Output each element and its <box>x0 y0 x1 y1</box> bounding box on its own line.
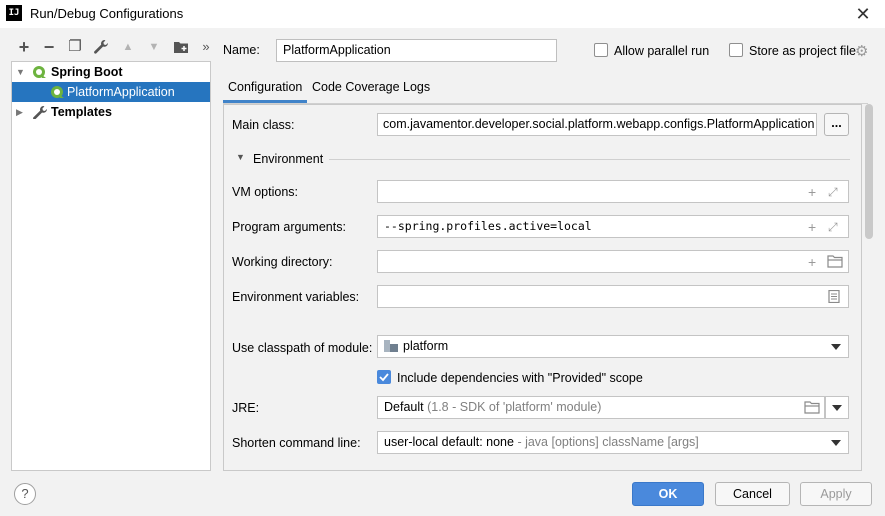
tree-item-label: PlatformApplication <box>67 85 175 99</box>
classpath-module-value: platform <box>403 339 449 353</box>
main-class-field[interactable]: com.javamentor.developer.social.platform… <box>377 113 817 136</box>
tree-item-spring-boot[interactable]: ▼ Spring Boot <box>12 62 210 82</box>
spring-boot-icon <box>33 66 46 78</box>
tab-code-coverage[interactable]: Code Coverage <box>312 80 400 94</box>
tab-configuration[interactable]: Configuration <box>228 80 302 94</box>
tree-item-templates[interactable]: ▶ Templates <box>12 102 210 122</box>
wrench-icon <box>33 106 47 119</box>
program-arguments-label: Program arguments: <box>232 220 346 234</box>
program-arguments-field[interactable]: --spring.profiles.active=local + ⤢ <box>377 215 849 238</box>
help-icon: ? <box>21 486 29 501</box>
jre-field[interactable]: Default (1.8 - SDK of 'platform' module) <box>377 396 825 419</box>
shorten-command-line-select[interactable]: user-local default: none - java [options… <box>377 431 849 454</box>
main-class-value: com.javamentor.developer.social.platform… <box>383 117 815 131</box>
tree-item-label: Spring Boot <box>51 65 123 79</box>
chevron-down-icon <box>831 440 841 446</box>
working-directory-label: Working directory: <box>232 255 333 269</box>
jre-value: Default <box>384 400 424 414</box>
move-up-icon: ▲ <box>122 41 134 53</box>
scrollbar[interactable] <box>865 104 873 239</box>
module-icon <box>384 340 398 352</box>
store-as-project-file-label: Store as project file <box>749 44 856 58</box>
environment-variables-field[interactable] <box>377 285 849 308</box>
ok-button[interactable]: OK <box>632 482 704 506</box>
window-title: Run/Debug Configurations <box>30 6 184 21</box>
close-icon: ✕ <box>855 4 871 24</box>
more-toolbar-button[interactable]: » <box>197 38 215 56</box>
tree-item-platform-application[interactable]: PlatformApplication <box>12 82 210 102</box>
add-icon[interactable]: + <box>808 218 816 236</box>
add-icon[interactable]: + <box>808 253 816 271</box>
move-up-button[interactable]: ▲ <box>119 38 137 56</box>
include-dependencies-label: Include dependencies with "Provided" sco… <box>397 371 643 385</box>
jre-hint: (1.8 - SDK of 'platform' module) <box>427 400 602 414</box>
add-icon[interactable]: + <box>808 183 816 201</box>
chevron-down-icon <box>831 344 841 350</box>
edit-defaults-button[interactable] <box>92 38 110 56</box>
close-window-button[interactable]: ✕ <box>853 4 873 24</box>
vm-options-label: VM options: <box>232 185 299 199</box>
active-tab-indicator <box>223 100 307 103</box>
environment-section-title: Environment <box>253 152 324 166</box>
vm-options-field[interactable]: + ⤢ <box>377 180 849 203</box>
document-icon[interactable] <box>828 290 840 303</box>
chevron-down-icon <box>832 405 842 411</box>
configuration-tree: ▼ Spring Boot PlatformApplication ▶ Temp… <box>11 61 211 471</box>
expand-arrow-icon[interactable]: ▼ <box>16 62 26 82</box>
allow-parallel-run-label: Allow parallel run <box>614 44 710 58</box>
intellij-app-icon: IJ <box>6 5 22 21</box>
move-down-button[interactable]: ▼ <box>145 38 163 56</box>
name-input[interactable]: PlatformApplication <box>276 39 557 62</box>
folder-icon <box>174 42 188 53</box>
jre-label: JRE: <box>232 401 260 415</box>
jre-dropdown-button[interactable] <box>825 396 849 419</box>
gear-icon[interactable]: ⚙ <box>855 42 868 60</box>
checkmark-icon <box>379 373 389 382</box>
cancel-button[interactable]: Cancel <box>715 482 790 506</box>
main-class-label: Main class: <box>232 118 295 132</box>
store-as-project-file-checkbox[interactable] <box>729 43 743 57</box>
expand-icon[interactable]: ⤢ <box>828 218 838 236</box>
copy-configuration-button[interactable]: ❐ <box>66 38 84 56</box>
tree-item-label: Templates <box>51 105 112 119</box>
collapse-arrow-icon[interactable]: ▶ <box>16 102 26 122</box>
tab-logs[interactable]: Logs <box>403 80 430 94</box>
section-divider <box>329 159 850 160</box>
wrench-icon <box>94 40 108 54</box>
classpath-module-select[interactable]: platform <box>377 335 849 358</box>
collapse-environment-icon[interactable]: ▼ <box>236 152 245 162</box>
move-down-icon: ▼ <box>148 41 160 53</box>
program-arguments-value: --spring.profiles.active=local <box>384 219 592 233</box>
classpath-module-label: Use classpath of module: <box>232 341 373 355</box>
allow-parallel-run-checkbox[interactable] <box>594 43 608 57</box>
include-dependencies-checkbox[interactable] <box>377 370 391 384</box>
shorten-command-line-label: Shorten command line: <box>232 436 361 450</box>
create-folder-button[interactable] <box>172 38 190 56</box>
expand-icon[interactable]: ⤢ <box>828 183 838 201</box>
folder-icon[interactable] <box>804 401 820 414</box>
shorten-command-line-hint: - java [options] className [args] <box>517 435 699 449</box>
folder-icon[interactable] <box>827 255 843 268</box>
working-directory-field[interactable]: + <box>377 250 849 273</box>
add-icon: + <box>18 37 30 57</box>
add-configuration-button[interactable]: + <box>15 38 33 56</box>
spring-boot-app-icon <box>51 86 64 98</box>
browse-main-class-button[interactable]: ... <box>824 113 849 136</box>
name-label: Name: <box>223 43 260 57</box>
more-icon: » <box>202 39 210 54</box>
remove-icon: − <box>43 37 55 57</box>
apply-button[interactable]: Apply <box>800 482 872 506</box>
environment-variables-label: Environment variables: <box>232 290 360 304</box>
remove-configuration-button[interactable]: − <box>40 38 58 56</box>
help-button[interactable]: ? <box>14 483 36 505</box>
copy-icon: ❐ <box>68 38 82 55</box>
shorten-command-line-value: user-local default: none <box>384 435 514 449</box>
